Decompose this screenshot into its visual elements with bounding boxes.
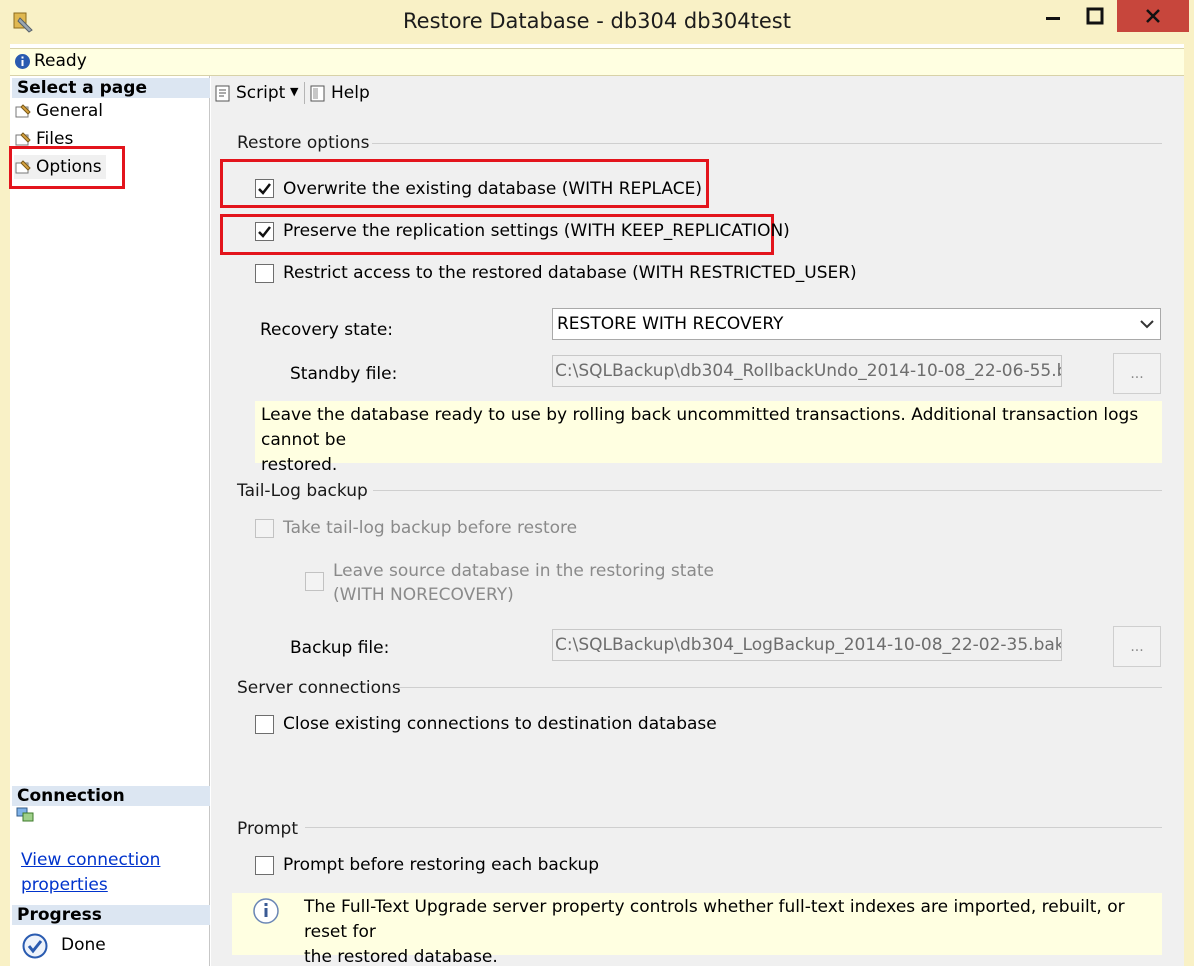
server-connection-icon [16, 807, 34, 828]
backup-file-label: Backup file: [290, 638, 390, 658]
maximize-button[interactable] [1075, 0, 1115, 32]
backup-file-browse-button[interactable]: ... [1113, 626, 1161, 667]
preserve-replication-checkbox[interactable] [255, 222, 274, 241]
info-circle-icon [252, 897, 280, 930]
preserve-replication-label[interactable]: Preserve the replication settings (WITH … [283, 221, 790, 241]
close-button[interactable] [1117, 0, 1189, 32]
close-icon [1146, 9, 1160, 23]
fulltext-info-line2: the restored database. [304, 947, 498, 967]
select-page-header: Select a page [12, 78, 210, 98]
restrict-access-checkbox[interactable] [255, 264, 274, 283]
prompt-header: Prompt [237, 819, 298, 839]
window-title: Restore Database - db304 db304test [403, 9, 791, 33]
standby-browse-button[interactable]: ... [1113, 353, 1161, 394]
minimize-button[interactable] [1033, 0, 1073, 32]
view-connection-properties-link[interactable]: View connection [21, 850, 160, 870]
standby-file-field[interactable]: C:\SQLBackup\db304_RollbackUndo_2014-10-… [552, 355, 1062, 387]
close-connections-checkbox[interactable] [255, 715, 274, 734]
leave-source-restoring-checkbox[interactable] [305, 572, 324, 591]
page-label: Options [36, 157, 102, 177]
done-check-icon [22, 933, 48, 964]
help-label: Help [331, 83, 370, 103]
toolbar-separator [304, 82, 305, 104]
recovery-state-select[interactable]: RESTORE WITH RECOVERY [552, 308, 1161, 340]
status-bar [10, 48, 1184, 76]
chevron-down-icon [1140, 320, 1154, 329]
help-button[interactable]: Help [309, 83, 370, 103]
take-tail-log-label[interactable]: Take tail-log backup before restore [283, 518, 577, 538]
page-label: General [36, 101, 103, 121]
recovery-info-line2: restored. [261, 455, 338, 475]
check-icon [258, 183, 271, 195]
progress-header: Progress [12, 905, 210, 925]
script-icon [215, 85, 230, 102]
status-text: Ready [34, 51, 87, 71]
recovery-info-line1: Leave the database ready to use by rolli… [261, 405, 1139, 450]
connection-header: Connection [12, 786, 210, 806]
group-divider [372, 143, 1162, 144]
tail-log-header: Tail-Log backup [237, 481, 368, 501]
group-divider [305, 827, 1162, 828]
progress-status: Done [61, 935, 106, 955]
recovery-state-label: Recovery state: [260, 320, 394, 340]
overwrite-checkbox[interactable] [255, 179, 274, 198]
maximize-icon [1086, 7, 1104, 25]
standby-file-label: Standby file: [290, 364, 398, 384]
check-icon [258, 226, 271, 238]
group-divider [373, 490, 1162, 491]
prompt-before-restore-label[interactable]: Prompt before restoring each backup [283, 855, 599, 875]
leave-source-label-line1[interactable]: Leave source database in the restoring s… [333, 561, 714, 581]
page-icon [15, 132, 31, 146]
group-divider [395, 687, 1162, 688]
recovery-info-box: Leave the database ready to use by rolli… [255, 401, 1162, 475]
prompt-before-restore-checkbox[interactable] [255, 856, 274, 875]
page-general[interactable]: General [14, 99, 103, 123]
server-connections-header: Server connections [237, 678, 401, 698]
fulltext-info-line1: The Full-Text Upgrade server property co… [304, 897, 1125, 942]
script-label: Script [236, 83, 286, 103]
leave-source-label-line2[interactable]: (WITH NORECOVERY) [333, 585, 514, 605]
help-icon [310, 85, 325, 102]
restore-options-header: Restore options [237, 133, 370, 153]
info-icon [14, 53, 31, 75]
window-frame-right [1184, 44, 1194, 966]
close-connections-label[interactable]: Close existing connections to destinatio… [283, 714, 717, 734]
restrict-access-label[interactable]: Restrict access to the restored database… [283, 263, 857, 283]
backup-file-field[interactable]: C:\SQLBackup\db304_LogBackup_2014-10-08_… [552, 629, 1062, 661]
script-button[interactable]: Script [214, 83, 285, 103]
script-dropdown-arrow-icon[interactable]: ▼ [290, 85, 298, 98]
left-panel [10, 76, 210, 966]
take-tail-log-checkbox[interactable] [255, 519, 274, 538]
minimize-icon [1046, 17, 1060, 20]
recovery-state-value: RESTORE WITH RECOVERY [557, 314, 784, 334]
view-connection-properties-link-line2[interactable]: properties [21, 875, 108, 895]
page-icon [15, 160, 31, 174]
page-icon [15, 104, 31, 118]
overwrite-label[interactable]: Overwrite the existing database (WITH RE… [283, 179, 702, 199]
fulltext-info-box: The Full-Text Upgrade server property co… [232, 893, 1162, 967]
page-options[interactable]: Options [14, 155, 106, 179]
